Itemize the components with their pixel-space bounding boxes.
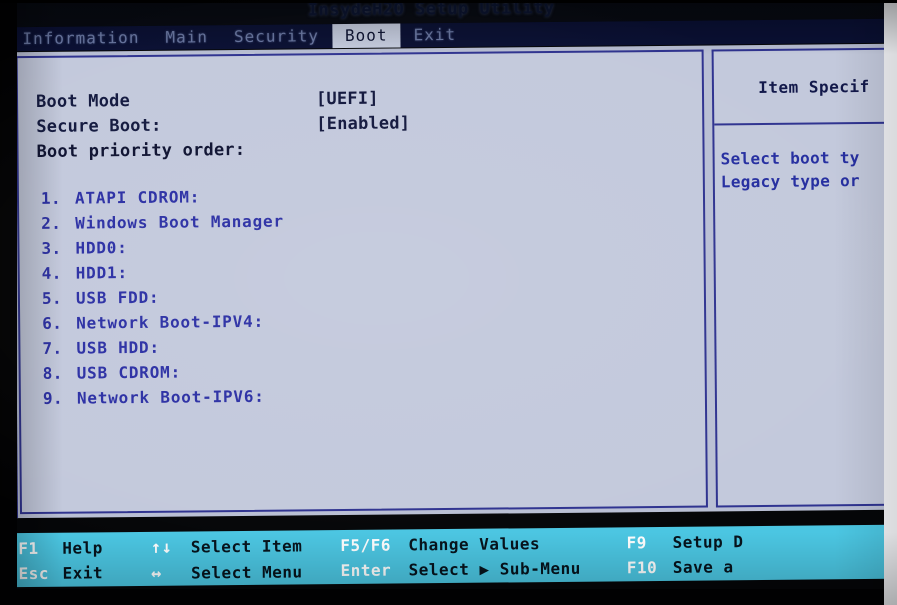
boot-item-label: ATAPI CDROM:	[74, 187, 201, 208]
setting-value-boot-mode[interactable]: [UEFI]	[316, 87, 379, 113]
boot-item-label: USB CDROM:	[76, 362, 182, 383]
boot-item-index: 5.	[41, 288, 63, 308]
tab-main[interactable]: Main	[152, 25, 221, 50]
key-desc-select-menu: Select Menu	[191, 562, 303, 583]
key-name-f5-f6: F5/F6	[340, 535, 392, 556]
boot-item-label: Network Boot-IPV4:	[76, 311, 265, 333]
key-name-enter: Enter	[340, 560, 392, 581]
boot-item-index: 8.	[42, 363, 63, 383]
key-name-f10: F10	[626, 558, 658, 578]
boot-priority-list: 1. ATAPI CDROM: 2. Windows Boot Manager …	[41, 180, 643, 411]
boot-item-label: USB HDD:	[76, 337, 160, 358]
help-panel-title: Item Specif	[758, 76, 870, 97]
key-desc-save-and-exit: Save a	[672, 557, 734, 577]
boot-item-label: USB FDD:	[75, 287, 160, 308]
tab-exit[interactable]: Exit	[400, 23, 469, 48]
tab-information[interactable]: Information	[9, 26, 152, 51]
boot-item-index: 3.	[41, 238, 62, 258]
help-text-line: Legacy type or	[720, 171, 860, 192]
key-name-f9: F9	[626, 533, 647, 553]
key-legend-updown[interactable]: ↑↓ Select Item	[151, 533, 303, 560]
key-name-esc: Esc	[18, 563, 50, 584]
help-text-line: Select boot ty	[720, 148, 860, 169]
boot-item-index: 7.	[42, 338, 63, 358]
setting-label-secure-boot: Secure Boot:	[36, 115, 162, 137]
key-desc-help: Help	[62, 538, 103, 558]
panels: Boot Mode [UEFI] Secure Boot: [Enabled] …	[15, 47, 897, 515]
bios-setup-screen: InsydeH2O Setup Utility Information Main…	[0, 0, 897, 605]
key-legend-column-3: F5/F6 Change Values Enter Select ▶ Sub-M…	[340, 531, 581, 583]
key-legend-enter[interactable]: Enter Select ▶ Sub-Menu	[340, 556, 580, 583]
key-legend-leftright[interactable]: ↔ Select Menu	[151, 559, 303, 586]
key-legend-f10[interactable]: F10 Save a	[627, 554, 744, 580]
key-legend-esc[interactable]: Esc Exit	[18, 560, 103, 586]
key-legend-f5-f6[interactable]: F5/F6 Change Values	[340, 531, 580, 558]
boot-settings-panel: Boot Mode [UEFI] Secure Boot: [Enabled] …	[15, 49, 708, 515]
boot-item-index: 1.	[40, 188, 62, 208]
photo-edge-top	[0, 0, 897, 3]
boot-item-label: Network Boot-IPV6:	[76, 386, 265, 408]
help-panel-header: Item Specif	[713, 49, 897, 126]
key-desc-setup-defaults: Setup D	[672, 532, 744, 552]
key-desc-change-values: Change Values	[408, 534, 541, 555]
tab-security[interactable]: Security	[221, 24, 332, 49]
boot-item-index: 6.	[42, 313, 63, 333]
boot-item-index: 4.	[41, 263, 62, 283]
setting-label-boot-mode: Boot Mode	[35, 91, 131, 112]
key-legend-f1[interactable]: F1 Help	[18, 535, 103, 561]
setting-row-boot-priority-order: Boot priority order:	[36, 134, 676, 165]
key-legend-column-4: F9 Setup D F10 Save a	[626, 529, 743, 580]
boot-item-index: 2.	[41, 213, 62, 233]
photo-edge-right	[884, 0, 897, 605]
key-legend-columns: F1 Help Esc Exit ↑↓ Select Item ↔ Select…	[14, 525, 897, 588]
tab-boot[interactable]: Boot	[331, 23, 401, 49]
boot-list-item[interactable]: 9. Network Boot-IPV6:	[43, 380, 643, 411]
key-name-f1: F1	[18, 538, 39, 559]
menu-bar-items: Information Main Security Boot Exit	[9, 23, 469, 51]
setting-label-boot-priority-order: Boot priority order:	[36, 139, 246, 162]
setting-value-secure-boot[interactable]: [Enabled]	[316, 111, 410, 137]
item-specific-help-panel: Item Specif Select boot ty Legacy type o…	[711, 47, 897, 508]
key-desc-exit: Exit	[62, 563, 104, 583]
key-legend-column-2: ↑↓ Select Item ↔ Select Menu	[151, 533, 303, 586]
photo-edge-bottom	[0, 589, 897, 605]
boot-item-index: 9.	[42, 388, 64, 408]
boot-settings-list: Boot Mode [UEFI] Secure Boot: [Enabled] …	[36, 84, 677, 165]
boot-item-label: HDD1:	[75, 263, 128, 283]
key-legend-f9[interactable]: F9 Setup D	[626, 529, 743, 555]
arrow-left-right-icon: ↔	[151, 563, 162, 584]
photo-edge-left	[0, 0, 17, 605]
help-panel-body: Select boot ty Legacy type or	[714, 124, 897, 194]
key-desc-select-item: Select Item	[190, 536, 303, 557]
boot-item-label: Windows Boot Manager	[75, 211, 284, 233]
key-desc-select-sub-menu: Select ▶ Sub-Menu	[408, 558, 581, 580]
boot-item-label: HDD0:	[75, 238, 128, 258]
arrow-up-down-icon: ↑↓	[150, 537, 173, 558]
key-legend-column-1: F1 Help Esc Exit	[18, 535, 103, 586]
